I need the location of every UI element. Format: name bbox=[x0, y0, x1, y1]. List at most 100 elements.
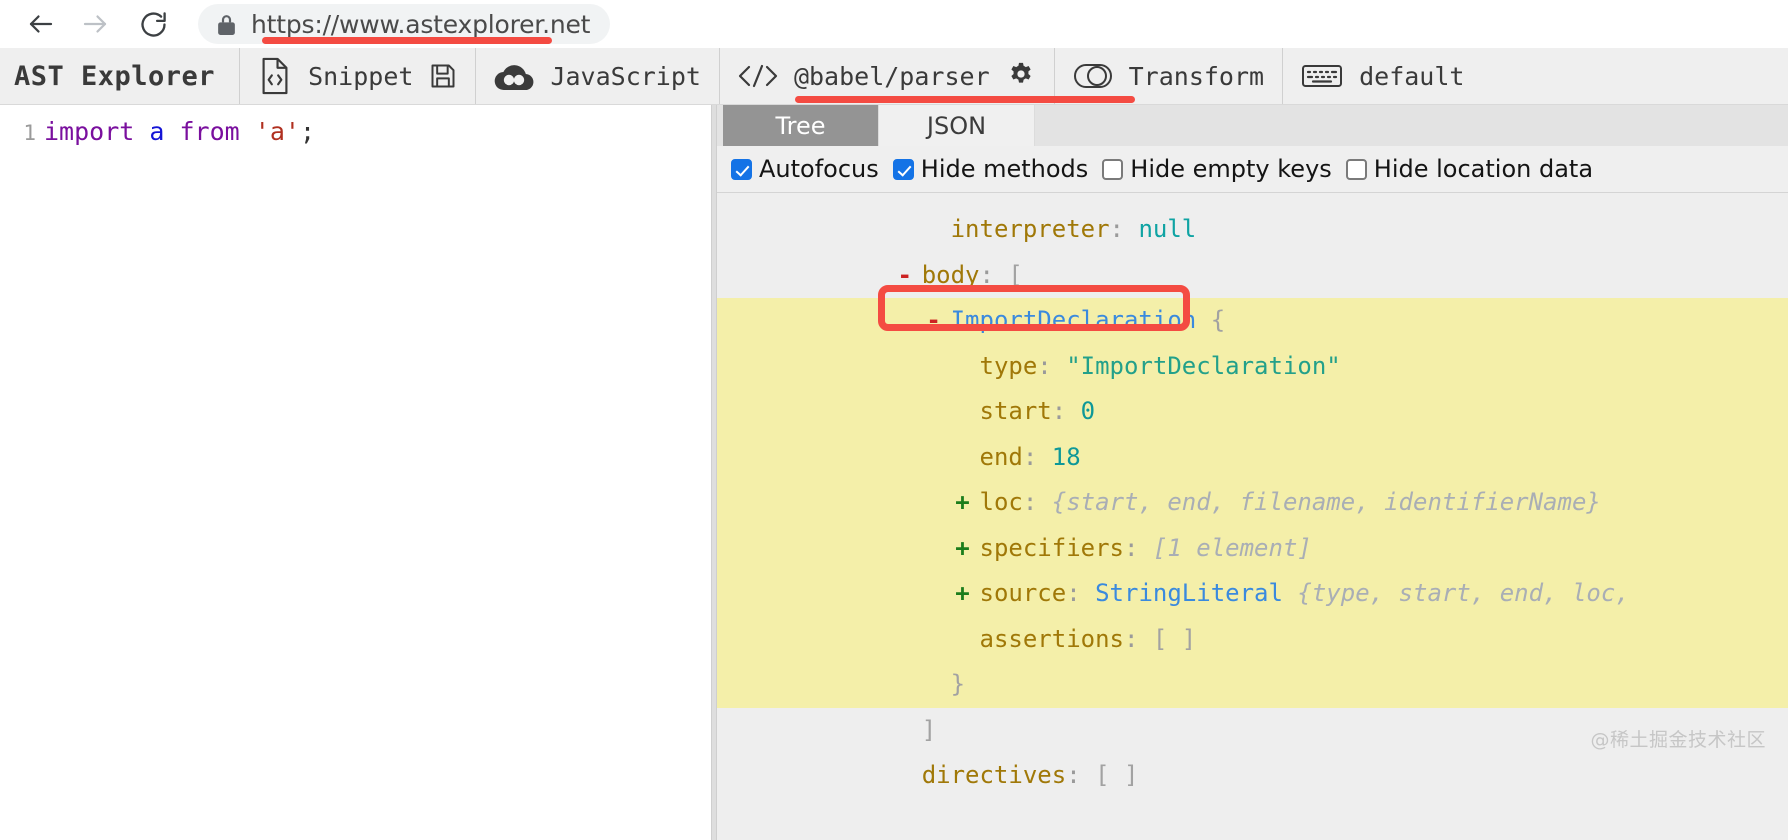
ast-colon: : bbox=[1124, 624, 1139, 653]
ast-row[interactable]: + source: StringLiteral {type, start, end… bbox=[717, 571, 1788, 617]
line-number: 1 bbox=[23, 121, 36, 145]
ast-row-content: ImportDeclaration { bbox=[951, 298, 1226, 344]
ast-colon: : bbox=[1051, 397, 1067, 425]
ast-row[interactable]: - body: [ bbox=[717, 253, 1788, 299]
back-button[interactable] bbox=[18, 1, 64, 47]
reload-button[interactable] bbox=[130, 1, 176, 47]
expand-toggle-icon[interactable]: + bbox=[952, 480, 974, 526]
code-tokens: import a from 'a'; bbox=[44, 117, 315, 147]
ast-row[interactable]: + loc: {start, end, filename, identifierN… bbox=[717, 480, 1788, 526]
ast-row[interactable]: end: 18 bbox=[717, 434, 1788, 480]
ast-value: [1 element] bbox=[1152, 533, 1312, 562]
ast-tab-bar: Tree JSON bbox=[717, 105, 1788, 146]
toolbar-item-language[interactable]: JavaScript bbox=[476, 48, 720, 104]
ast-row[interactable]: } bbox=[717, 662, 1788, 708]
ast-key: interpreter bbox=[950, 215, 1110, 243]
code-editor-pane[interactable]: 1 import a from 'a'; bbox=[0, 105, 711, 840]
tab-json[interactable]: JSON bbox=[879, 105, 1035, 146]
ast-colon: : bbox=[1109, 215, 1124, 243]
option-hide-methods[interactable]: Hide methods bbox=[892, 155, 1089, 183]
ast-row-content: interpreter: null bbox=[951, 207, 1197, 253]
code-brackets-icon bbox=[738, 61, 778, 91]
ast-row[interactable]: - ImportDeclaration { bbox=[717, 298, 1788, 344]
save-floppy-icon[interactable] bbox=[429, 61, 457, 91]
ast-row-content: start: 0 bbox=[980, 389, 1096, 435]
ast-value: "ImportDeclaration" bbox=[1066, 351, 1341, 380]
expand-toggle-icon[interactable]: + bbox=[952, 571, 974, 617]
sp bbox=[1052, 352, 1066, 380]
checkbox-hide-empty-keys[interactable] bbox=[1102, 158, 1124, 180]
ast-value: [ ] bbox=[1152, 624, 1197, 653]
ast-value: [ ] bbox=[1095, 761, 1139, 789]
ast-row[interactable]: assertions: [ ] bbox=[717, 616, 1788, 663]
code-file-icon bbox=[258, 57, 292, 95]
babel-cloud-icon bbox=[494, 60, 534, 92]
ast-row[interactable]: start: 0 bbox=[717, 389, 1788, 435]
ast-row[interactable]: directives: [ ] bbox=[717, 753, 1788, 799]
ast-key: start bbox=[979, 397, 1052, 425]
ast-row-content: body: [ bbox=[922, 253, 1023, 299]
toolbar-item-snippet[interactable]: Snippet bbox=[240, 48, 477, 104]
toolbar-item-keymap[interactable]: default bbox=[1283, 48, 1482, 104]
sp bbox=[1037, 443, 1051, 471]
checkbox-autofocus[interactable] bbox=[731, 158, 752, 180]
keyboard-icon bbox=[1301, 61, 1343, 91]
option-label-hide-location-data: Hide location data bbox=[1373, 155, 1594, 183]
option-autofocus[interactable]: Autofocus bbox=[731, 155, 879, 183]
ast-value: {type, start, end, loc, bbox=[1297, 579, 1630, 607]
ast-row-content: ] bbox=[922, 708, 936, 754]
arrow-right-icon bbox=[83, 15, 107, 33]
ast-value: null bbox=[1138, 215, 1197, 243]
ast-key: directives bbox=[921, 761, 1067, 789]
code-token-0: import bbox=[44, 117, 135, 146]
sp bbox=[994, 261, 1008, 289]
ast-colon: : bbox=[1066, 761, 1081, 789]
ast-row[interactable]: type: "ImportDeclaration" bbox=[717, 343, 1788, 390]
ast-colon: : bbox=[1037, 351, 1052, 380]
ast-value: 0 bbox=[1080, 397, 1096, 425]
toolbar-label-parser: @babel/parser bbox=[793, 61, 990, 91]
ast-value: 18 bbox=[1051, 442, 1081, 471]
sp bbox=[1138, 534, 1152, 562]
ast-node-type: ImportDeclaration bbox=[950, 306, 1197, 334]
checkbox-hide-location-data[interactable] bbox=[1345, 158, 1367, 180]
collapse-toggle-icon[interactable]: - bbox=[894, 253, 916, 299]
sp bbox=[1138, 625, 1152, 653]
expand-toggle-icon[interactable]: + bbox=[952, 526, 974, 572]
url-text: https://www.astexplorer.net bbox=[251, 9, 591, 39]
code-token-1 bbox=[134, 117, 149, 146]
ast-output-pane: Tree JSON Autofocus Hide methods Hide em… bbox=[717, 105, 1788, 840]
option-label-autofocus: Autofocus bbox=[759, 155, 879, 183]
url-red-underline-annotation bbox=[262, 37, 552, 44]
code-token-2: a bbox=[149, 117, 165, 146]
tab-tree[interactable]: Tree bbox=[723, 105, 879, 146]
ast-row-content: loc: {start, end, filename, identifierNa… bbox=[980, 480, 1601, 526]
toolbar-label-keymap: default bbox=[1359, 61, 1465, 91]
ast-row-content: specifiers: [1 element] bbox=[980, 526, 1312, 572]
sp bbox=[1081, 761, 1095, 789]
ast-colon: : bbox=[1022, 442, 1038, 471]
watermark: @稀土掘金技术社区 bbox=[1590, 729, 1766, 751]
lock-icon bbox=[216, 13, 237, 36]
forward-button[interactable] bbox=[72, 1, 118, 47]
ast-row[interactable]: + specifiers: [1 element] bbox=[717, 525, 1788, 572]
code-line-1[interactable]: 1 import a from 'a'; bbox=[0, 105, 711, 148]
gear-icon[interactable] bbox=[1006, 61, 1036, 91]
code-token-7: ; bbox=[299, 117, 315, 146]
ast-row-content: type: "ImportDeclaration" bbox=[980, 344, 1341, 390]
ast-key: assertions bbox=[979, 624, 1125, 653]
option-label-hide-methods: Hide methods bbox=[920, 155, 1089, 183]
collapse-toggle-icon[interactable]: - bbox=[923, 298, 945, 344]
option-hide-location-data[interactable]: Hide location data bbox=[1345, 155, 1594, 183]
option-hide-empty-keys[interactable]: Hide empty keys bbox=[1102, 155, 1332, 183]
code-token-3 bbox=[164, 117, 179, 146]
ast-row[interactable]: interpreter: null bbox=[717, 207, 1788, 253]
sp bbox=[1196, 306, 1210, 334]
ast-colon: : bbox=[1022, 488, 1038, 516]
ast-key: loc bbox=[979, 488, 1023, 516]
ast-row-content: assertions: [ ] bbox=[980, 617, 1197, 663]
ast-key: source bbox=[979, 579, 1067, 607]
checkbox-hide-methods[interactable] bbox=[892, 158, 914, 180]
ast-value: {start, end, filename, identifierName} bbox=[1051, 488, 1601, 516]
reload-icon bbox=[140, 11, 166, 37]
